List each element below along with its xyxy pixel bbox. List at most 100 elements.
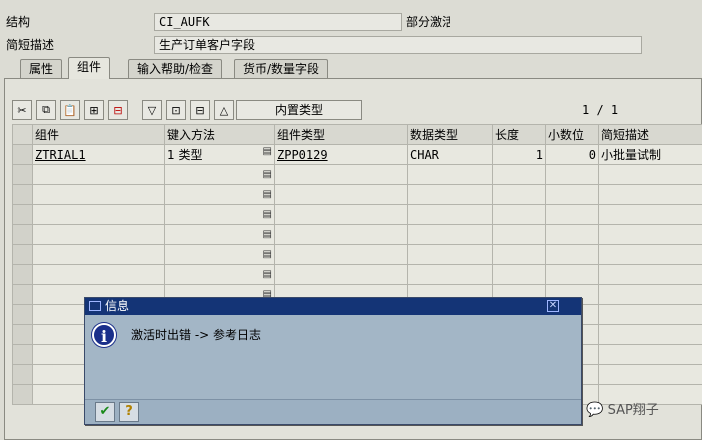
cell-short-desc[interactable] (598, 284, 702, 305)
row-selector[interactable] (12, 224, 33, 245)
cell-component-type[interactable] (274, 244, 408, 265)
row-selector[interactable] (12, 244, 33, 265)
cell-data-type[interactable] (407, 164, 493, 185)
cut-icon[interactable]: ✂ (12, 100, 32, 120)
row-selector[interactable] (12, 304, 33, 325)
row-selector-header[interactable] (12, 124, 33, 145)
tab-components[interactable]: 组件 (68, 57, 111, 79)
cell-short-desc[interactable] (598, 244, 702, 265)
cell-decimals[interactable]: 0 (545, 144, 599, 165)
delete-row-icon[interactable]: ⊟ (108, 100, 128, 120)
cell-short-desc[interactable] (598, 264, 702, 285)
dropdown-list-icon[interactable]: ▤ (263, 249, 272, 260)
row-selector[interactable] (12, 284, 33, 305)
cell-component[interactable] (32, 244, 165, 265)
builtin-type-button[interactable]: 内置类型 (236, 100, 362, 120)
cell-data-type[interactable] (407, 224, 493, 245)
row-selector[interactable] (12, 204, 33, 225)
cell-data-type[interactable] (407, 244, 493, 265)
column-header-typing-method[interactable]: 键入方法 (164, 124, 275, 145)
paste-icon[interactable]: 📋 (60, 100, 80, 120)
cell-short-desc[interactable] (598, 164, 702, 185)
cell-decimals[interactable] (545, 184, 599, 205)
cell-component[interactable]: ZTRIAL1 (32, 144, 165, 165)
dropdown-list-icon[interactable]: ▤ (263, 229, 272, 240)
cell-typing-method[interactable]: ▤ (164, 184, 275, 205)
tab-input-help[interactable]: 输入帮助/检查 (128, 59, 223, 79)
cell-length[interactable] (492, 244, 546, 265)
cell-typing-method[interactable]: ▤ (164, 264, 275, 285)
column-header-short-desc[interactable]: 简短描述 (598, 124, 702, 145)
sort-icon[interactable]: ▽ (142, 100, 162, 120)
dropdown-list-icon[interactable]: ▤ (263, 269, 272, 280)
column-header-component[interactable]: 组件 (32, 124, 165, 145)
column-header-data-type[interactable]: 数据类型 (407, 124, 493, 145)
cell-length[interactable]: 1 (492, 144, 546, 165)
tab-currency-fields[interactable]: 货币/数量字段 (234, 59, 329, 79)
column-header-component-type[interactable]: 组件类型 (274, 124, 408, 145)
tab-attributes[interactable]: 属性 (20, 59, 63, 79)
cell-short-desc[interactable] (598, 204, 702, 225)
cell-data-type[interactable] (407, 264, 493, 285)
cell-typing-method[interactable]: ▤ (164, 164, 275, 185)
cell-length[interactable] (492, 184, 546, 205)
cell-typing-method[interactable]: ▤ (164, 244, 275, 265)
cell-component-type[interactable] (274, 164, 408, 185)
cell-decimals[interactable] (545, 244, 599, 265)
cell-length[interactable] (492, 224, 546, 245)
cell-short-desc[interactable] (598, 324, 702, 345)
cell-length[interactable] (492, 204, 546, 225)
row-selector[interactable] (12, 364, 33, 385)
row-selector[interactable] (12, 264, 33, 285)
cell-component-type[interactable] (274, 224, 408, 245)
cell-decimals[interactable] (545, 164, 599, 185)
cell-decimals[interactable] (545, 224, 599, 245)
row-selector[interactable] (12, 164, 33, 185)
append-structure-icon[interactable]: ⊟ (190, 100, 210, 120)
insert-row-icon[interactable]: ⊞ (84, 100, 104, 120)
hierarchy-icon[interactable]: △ (214, 100, 234, 120)
cell-typing-method[interactable]: ▤ (164, 224, 275, 245)
dropdown-list-icon[interactable]: ▤ (263, 146, 272, 157)
dialog-title-bar[interactable]: 信息 ✕ (85, 298, 581, 315)
column-header-decimals[interactable]: 小数位 (545, 124, 599, 145)
cell-data-type[interactable] (407, 204, 493, 225)
dropdown-list-icon[interactable]: ▤ (263, 189, 272, 200)
dropdown-list-icon[interactable]: ▤ (263, 169, 272, 180)
cell-decimals[interactable] (545, 264, 599, 285)
cell-short-desc[interactable] (598, 224, 702, 245)
cell-typing-method[interactable]: 1 类型 ▤ (164, 144, 275, 165)
cell-data-type[interactable] (407, 184, 493, 205)
copy-icon[interactable]: ⧉ (36, 100, 56, 120)
cell-component[interactable] (32, 224, 165, 245)
cell-component[interactable] (32, 184, 165, 205)
cell-short-desc[interactable] (598, 304, 702, 325)
cell-component[interactable] (32, 264, 165, 285)
cell-short-desc[interactable] (598, 364, 702, 385)
cell-component[interactable] (32, 204, 165, 225)
cell-component-type[interactable] (274, 264, 408, 285)
cell-short-desc[interactable] (598, 344, 702, 365)
cell-data-type[interactable]: CHAR (407, 144, 493, 165)
cell-component-type[interactable] (274, 184, 408, 205)
row-selector[interactable] (12, 184, 33, 205)
cell-component-type[interactable]: ZPP0129 (274, 144, 408, 165)
cell-decimals[interactable] (545, 204, 599, 225)
cell-short-desc[interactable]: 小批量试制 (598, 144, 702, 165)
cell-typing-method[interactable]: ▤ (164, 204, 275, 225)
cell-length[interactable] (492, 264, 546, 285)
help-icon[interactable]: ? (119, 402, 139, 422)
cell-short-desc[interactable] (598, 184, 702, 205)
structure-field[interactable]: CI_AUFK (154, 13, 402, 31)
row-selector[interactable] (12, 144, 33, 165)
confirm-checkmark-icon[interactable]: ✔ (95, 402, 115, 422)
cell-component-type[interactable] (274, 204, 408, 225)
column-header-length[interactable]: 长度 (492, 124, 546, 145)
row-selector[interactable] (12, 324, 33, 345)
dropdown-list-icon[interactable]: ▤ (263, 209, 272, 220)
close-icon[interactable]: ✕ (547, 300, 559, 312)
row-selector[interactable] (12, 384, 33, 405)
row-selector[interactable] (12, 344, 33, 365)
short-desc-field[interactable]: 生产订单客户字段 (154, 36, 642, 54)
cell-component[interactable] (32, 164, 165, 185)
